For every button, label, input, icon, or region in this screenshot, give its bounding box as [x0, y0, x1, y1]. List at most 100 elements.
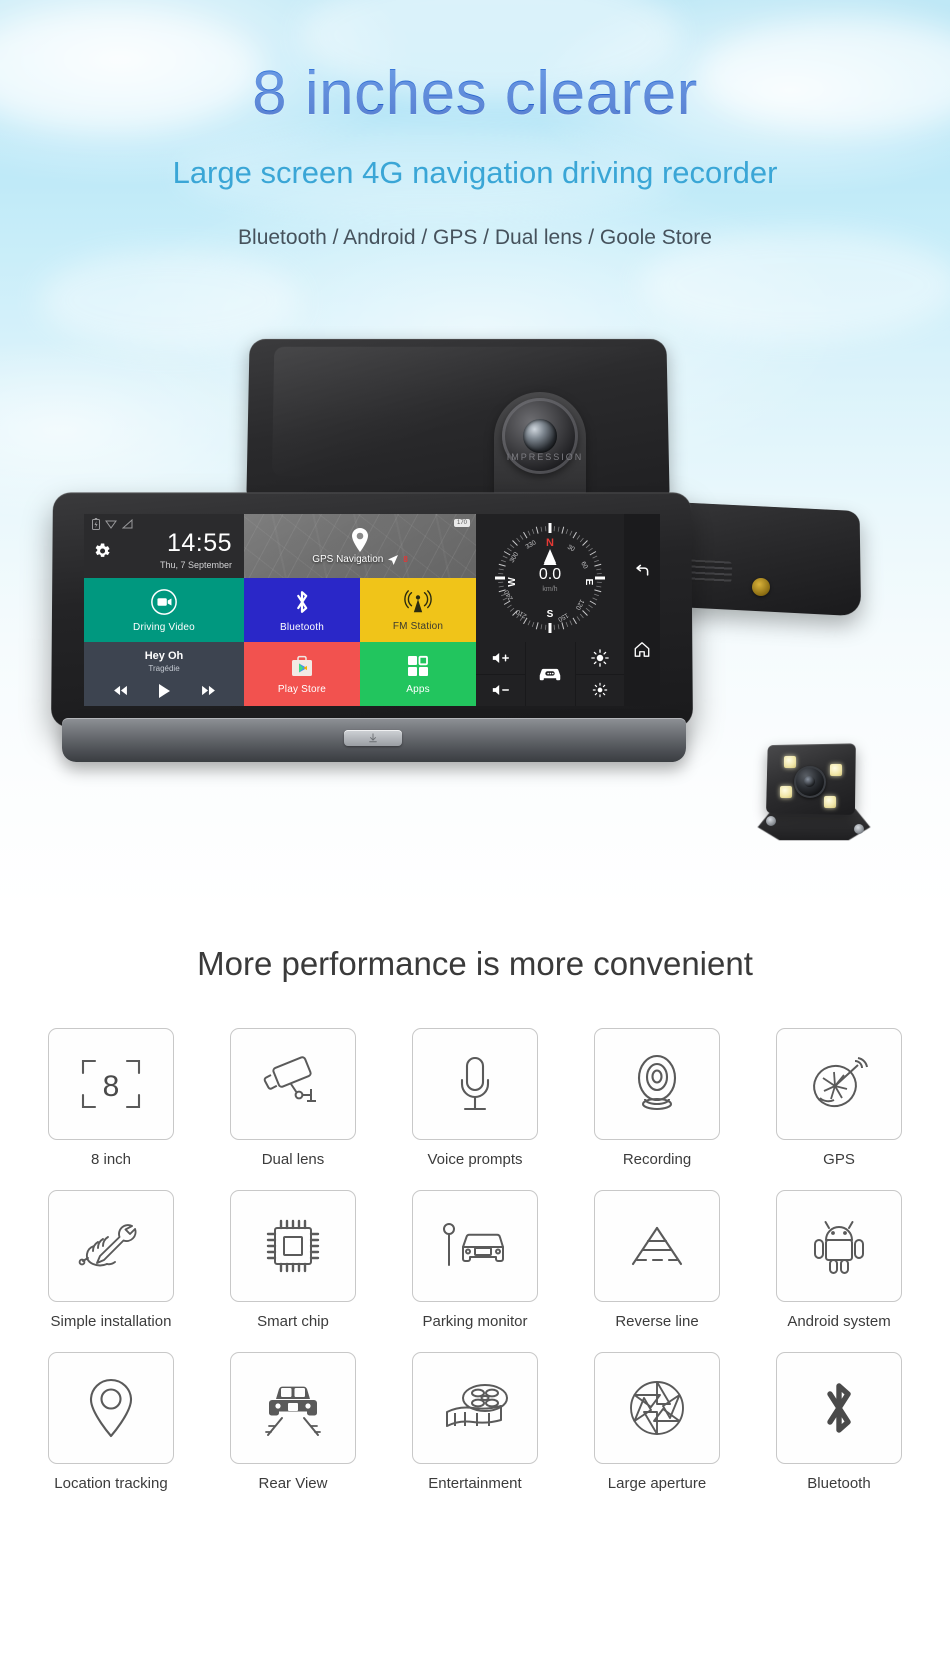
feature-item[interactable]: Android system: [748, 1190, 930, 1330]
compass-needle-icon: [543, 551, 557, 565]
feature-label: Large aperture: [607, 1475, 707, 1492]
tile-apps[interactable]: Apps: [360, 642, 476, 706]
led-light: [780, 786, 792, 798]
gps-navigation-tile[interactable]: 170 GPS Navigation 8: [244, 514, 476, 578]
signal-icon: [122, 519, 133, 529]
parking-meter-car-icon: [437, 1217, 513, 1275]
clock-date: Thu, 7 September: [159, 559, 232, 570]
feature-card[interactable]: [776, 1190, 902, 1302]
feature-item[interactable]: Dual lens: [202, 1028, 384, 1168]
play-store-icon: [289, 654, 315, 678]
battery-icon: [92, 518, 100, 530]
feature-item[interactable]: Location tracking: [20, 1352, 202, 1492]
gear-icon[interactable]: [92, 541, 112, 561]
feature-item[interactable]: GPS: [748, 1028, 930, 1168]
svg-text:120: 120: [574, 598, 586, 611]
feature-card[interactable]: [412, 1190, 538, 1302]
hero-banner: 8 inches clearer Large screen 4G navigat…: [0, 0, 950, 910]
brightness-up-button[interactable]: [576, 642, 624, 674]
feature-item[interactable]: Large aperture: [566, 1352, 748, 1492]
svg-text:330: 330: [525, 539, 538, 551]
svg-text:150: 150: [556, 611, 569, 623]
rear-camera-lens: [794, 766, 826, 798]
play-icon[interactable]: [158, 683, 171, 699]
feature-item[interactable]: Recording: [566, 1028, 748, 1168]
cpu-chip-icon: [261, 1214, 325, 1278]
clock-tile[interactable]: 14:55 Thu, 7 September: [84, 514, 244, 578]
speed-unit: km/h: [542, 586, 558, 593]
tile-label: Bluetooth: [279, 621, 325, 633]
hero-feature-list: Bluetooth / Android / GPS / Dual lens / …: [238, 226, 712, 249]
car-mode-button[interactable]: [526, 642, 574, 706]
volume-down-button[interactable]: [476, 673, 526, 707]
feature-card[interactable]: [48, 1352, 174, 1464]
navigation-arrow-icon: [387, 554, 399, 566]
feature-card[interactable]: [594, 1028, 720, 1140]
feature-item[interactable]: Voice prompts: [384, 1028, 566, 1168]
feature-item[interactable]: 8 8 inch: [20, 1028, 202, 1168]
feature-card[interactable]: [776, 1352, 902, 1464]
device-front-button[interactable]: [344, 730, 402, 746]
tile-label: Play Store: [277, 683, 327, 695]
feature-item[interactable]: Smart chip: [202, 1190, 384, 1330]
home-icon[interactable]: [633, 641, 651, 658]
feature-card[interactable]: [230, 1028, 356, 1140]
aperture-icon: [625, 1376, 689, 1440]
car-mode-column: [525, 642, 574, 706]
brightness-down-button[interactable]: [575, 673, 624, 707]
compass-south: S: [547, 609, 554, 620]
microphone-icon: [452, 1052, 498, 1116]
fast-forward-icon[interactable]: [201, 685, 216, 696]
apps-grid-icon: [406, 654, 430, 678]
feature-label: Recording: [622, 1151, 692, 1168]
feature-grid: 8 8 inch Dual lens Voice prompts Recordi…: [20, 1028, 930, 1492]
radio-tower-icon: [402, 589, 434, 615]
volume-column: [476, 642, 526, 707]
feature-item[interactable]: Reverse line: [566, 1190, 748, 1330]
status-bar: [92, 518, 133, 530]
security-camera-icon: [257, 1054, 329, 1114]
led-light: [830, 764, 842, 776]
device-screen: 14:55 Thu, 7 September 170 GPS Navigatio…: [84, 514, 660, 706]
feature-card[interactable]: [230, 1352, 356, 1464]
feature-card[interactable]: 8: [48, 1028, 174, 1140]
feature-item[interactable]: Parking monitor: [384, 1190, 566, 1330]
tile-play-store[interactable]: Play Store: [244, 642, 360, 706]
rear-camera-accessory: [754, 738, 884, 858]
feature-card[interactable]: [48, 1190, 174, 1302]
speed-value: 0.0: [538, 566, 562, 583]
feature-card[interactable]: [230, 1190, 356, 1302]
rewind-icon[interactable]: [113, 685, 128, 696]
location-pin-icon: [349, 527, 371, 553]
feature-item[interactable]: Entertainment: [384, 1352, 566, 1492]
music-artist: Tragédie: [148, 663, 180, 673]
screen-size-8-icon: 8: [77, 1053, 145, 1115]
mount-screw: [766, 816, 776, 826]
tile-driving-video[interactable]: Driving Video: [84, 578, 244, 642]
feature-card[interactable]: [776, 1028, 902, 1140]
hero-title: 8 inches clearer: [0, 58, 950, 129]
svg-text:300: 300: [509, 551, 521, 564]
quick-controls: [476, 642, 624, 706]
feature-card[interactable]: [594, 1352, 720, 1464]
feature-card[interactable]: [594, 1190, 720, 1302]
gps-distance-badge: 8: [403, 555, 408, 564]
volume-up-button[interactable]: [476, 642, 525, 674]
tile-fm-station[interactable]: FM Station: [360, 578, 476, 642]
feature-item[interactable]: Simple installation: [20, 1190, 202, 1330]
tile-bluetooth[interactable]: Bluetooth: [244, 578, 360, 642]
clock-text-group: 14:55 Thu, 7 September: [120, 530, 236, 570]
hero-subtitle: Large screen 4G navigation driving recor…: [172, 155, 778, 190]
reverse-guide-lines-icon: [619, 1220, 695, 1272]
feature-card[interactable]: [412, 1028, 538, 1140]
back-arrow-icon[interactable]: [634, 563, 651, 580]
music-track-title: Hey Oh: [144, 649, 184, 662]
rear-device-brand: IMPRESSION: [506, 452, 584, 462]
feature-item[interactable]: Bluetooth: [748, 1352, 930, 1492]
feature-card[interactable]: [412, 1352, 538, 1464]
feature-label: Android system: [787, 1313, 891, 1330]
tile-music-player[interactable]: Hey Oh Tragédie: [84, 642, 244, 706]
feature-label: Rear View: [258, 1475, 328, 1492]
bluetooth-glyph-icon: [817, 1375, 861, 1441]
feature-item[interactable]: Rear View: [202, 1352, 384, 1492]
